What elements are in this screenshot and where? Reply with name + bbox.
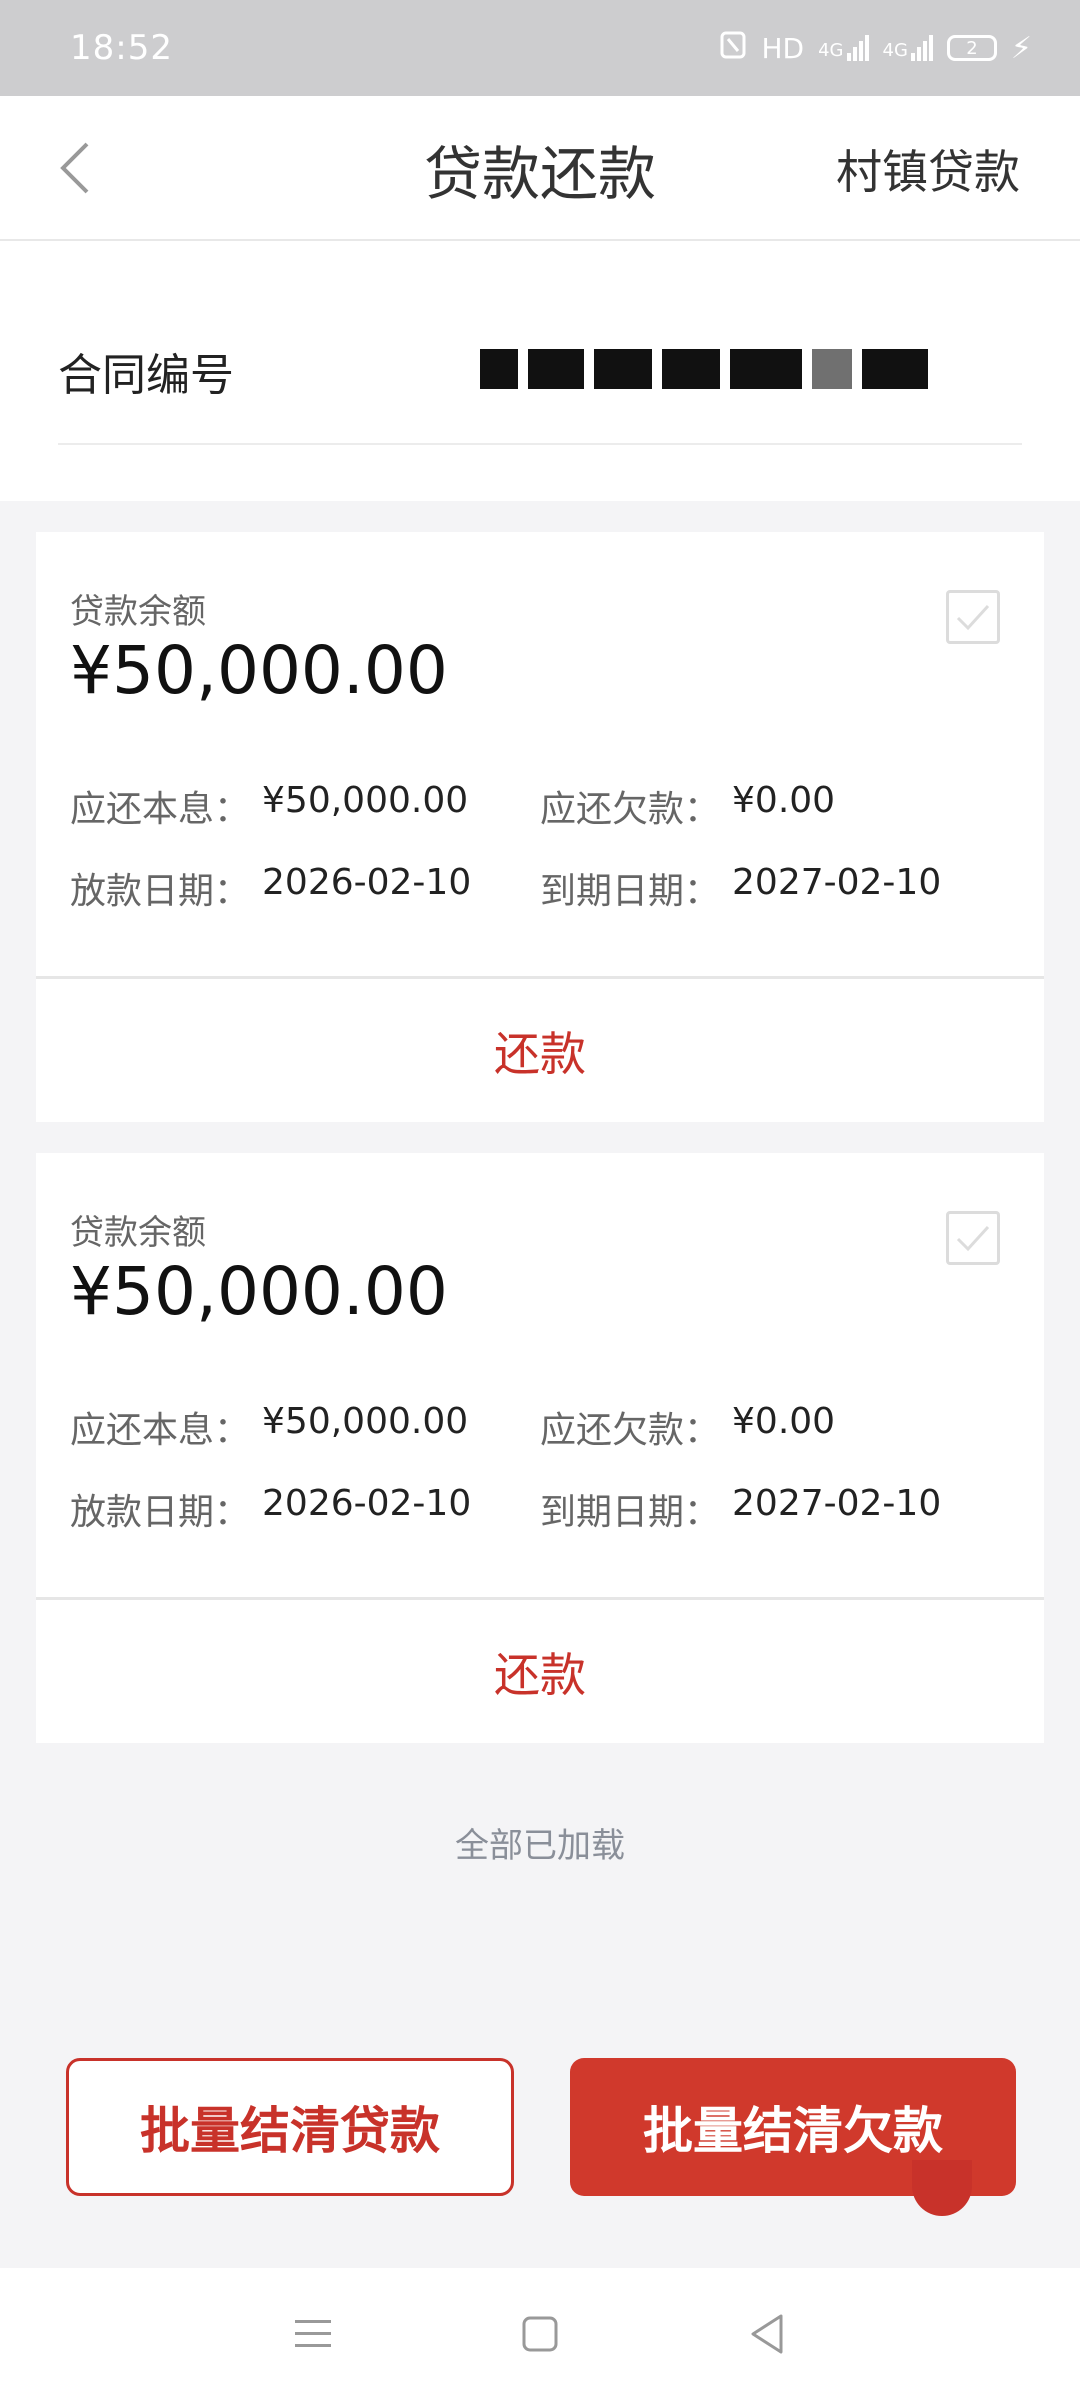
principal-value: ¥50,000.00 xyxy=(262,1401,469,1442)
arrears-label: 应还欠款： xyxy=(540,789,721,830)
loan-row-dates: 放款日期： 2026-02-10 到期日期： 2027-02-10 xyxy=(70,862,1010,914)
due-date-value: 2027-02-10 xyxy=(732,1483,942,1524)
issue-date-value: 2026-02-10 xyxy=(262,862,472,903)
contract-section: 合同编号 xyxy=(0,241,1080,501)
balance-label: 贷款余额 xyxy=(70,592,206,632)
app-header: 贷款还款 村镇贷款 xyxy=(0,96,1080,241)
loan-row-amounts: 应还本息： ¥50,000.00 应还欠款： ¥0.00 xyxy=(70,780,1010,832)
issue-date-label: 放款日期： xyxy=(70,871,251,912)
contract-number-redacted xyxy=(480,349,928,389)
bolt-icon: ⚡ xyxy=(1010,30,1032,66)
floating-indicator xyxy=(912,2160,972,2216)
select-checkbox[interactable] xyxy=(946,590,1000,644)
arrears-value: ¥0.00 xyxy=(732,780,836,821)
due-date-label: 到期日期： xyxy=(540,871,721,912)
menu-icon xyxy=(295,2320,332,2347)
home-square-icon xyxy=(522,2316,558,2352)
due-date-value: 2027-02-10 xyxy=(732,862,942,903)
nfc-icon xyxy=(719,30,747,67)
battery-level: 2 xyxy=(966,37,978,59)
issue-date-value: 2026-02-10 xyxy=(262,1483,472,1524)
arrears-label: 应还欠款： xyxy=(540,1410,721,1451)
back-nav-button[interactable] xyxy=(737,2304,797,2364)
issue-date-label: 放款日期： xyxy=(70,1492,251,1533)
balance-label: 贷款余额 xyxy=(70,1213,206,1253)
status-bar: 18:52 HD 4G 4G 2 ⚡ xyxy=(0,0,1080,96)
status-icons: HD 4G 4G 2 ⚡ xyxy=(719,30,1032,67)
contract-divider xyxy=(58,443,1022,445)
back-triangle-icon xyxy=(751,2314,783,2354)
signal-1-label: 4G xyxy=(818,40,844,61)
repay-button[interactable]: 还款 xyxy=(36,979,1044,1122)
due-date-label: 到期日期： xyxy=(540,1492,721,1533)
loan-row-amounts: 应还本息： ¥50,000.00 应还欠款： ¥0.00 xyxy=(70,1401,1010,1453)
checkmark-icon xyxy=(956,1225,990,1252)
signal-icon-1: 4G xyxy=(818,35,869,61)
principal-value: ¥50,000.00 xyxy=(262,780,469,821)
repay-button[interactable]: 还款 xyxy=(36,1600,1044,1743)
system-nav-bar xyxy=(0,2268,1080,2400)
loan-card: 贷款余额 ¥50,000.00 应还本息： ¥50,000.00 应还欠款： ¥0.… xyxy=(36,532,1044,1122)
hd-label: HD xyxy=(761,31,805,65)
village-loan-link[interactable]: 村镇贷款 xyxy=(836,96,1020,241)
loan-card: 贷款余额 ¥50,000.00 应还本息： ¥50,000.00 应还欠款： ¥0.… xyxy=(36,1153,1044,1743)
principal-label: 应还本息： xyxy=(70,789,251,830)
settle-loans-button[interactable]: 批量结清贷款 xyxy=(66,2058,514,2196)
loan-row-dates: 放款日期： 2026-02-10 到期日期： 2027-02-10 xyxy=(70,1483,1010,1535)
signal-2-label: 4G xyxy=(882,40,908,61)
checkmark-icon xyxy=(956,604,990,631)
principal-label: 应还本息： xyxy=(70,1410,251,1451)
battery-icon: 2 xyxy=(946,35,997,61)
balance-amount: ¥50,000.00 xyxy=(70,632,448,709)
balance-amount: ¥50,000.00 xyxy=(70,1253,448,1330)
signal-icon-2: 4G xyxy=(883,35,933,61)
arrears-value: ¥0.00 xyxy=(732,1401,836,1442)
select-checkbox[interactable] xyxy=(946,1211,1000,1265)
status-time: 18:52 xyxy=(70,28,173,68)
home-nav-button[interactable] xyxy=(510,2304,570,2364)
all-loaded-note: 全部已加载 xyxy=(455,1826,625,1866)
contract-label: 合同编号 xyxy=(58,350,234,401)
menu-nav-button[interactable] xyxy=(283,2304,343,2364)
